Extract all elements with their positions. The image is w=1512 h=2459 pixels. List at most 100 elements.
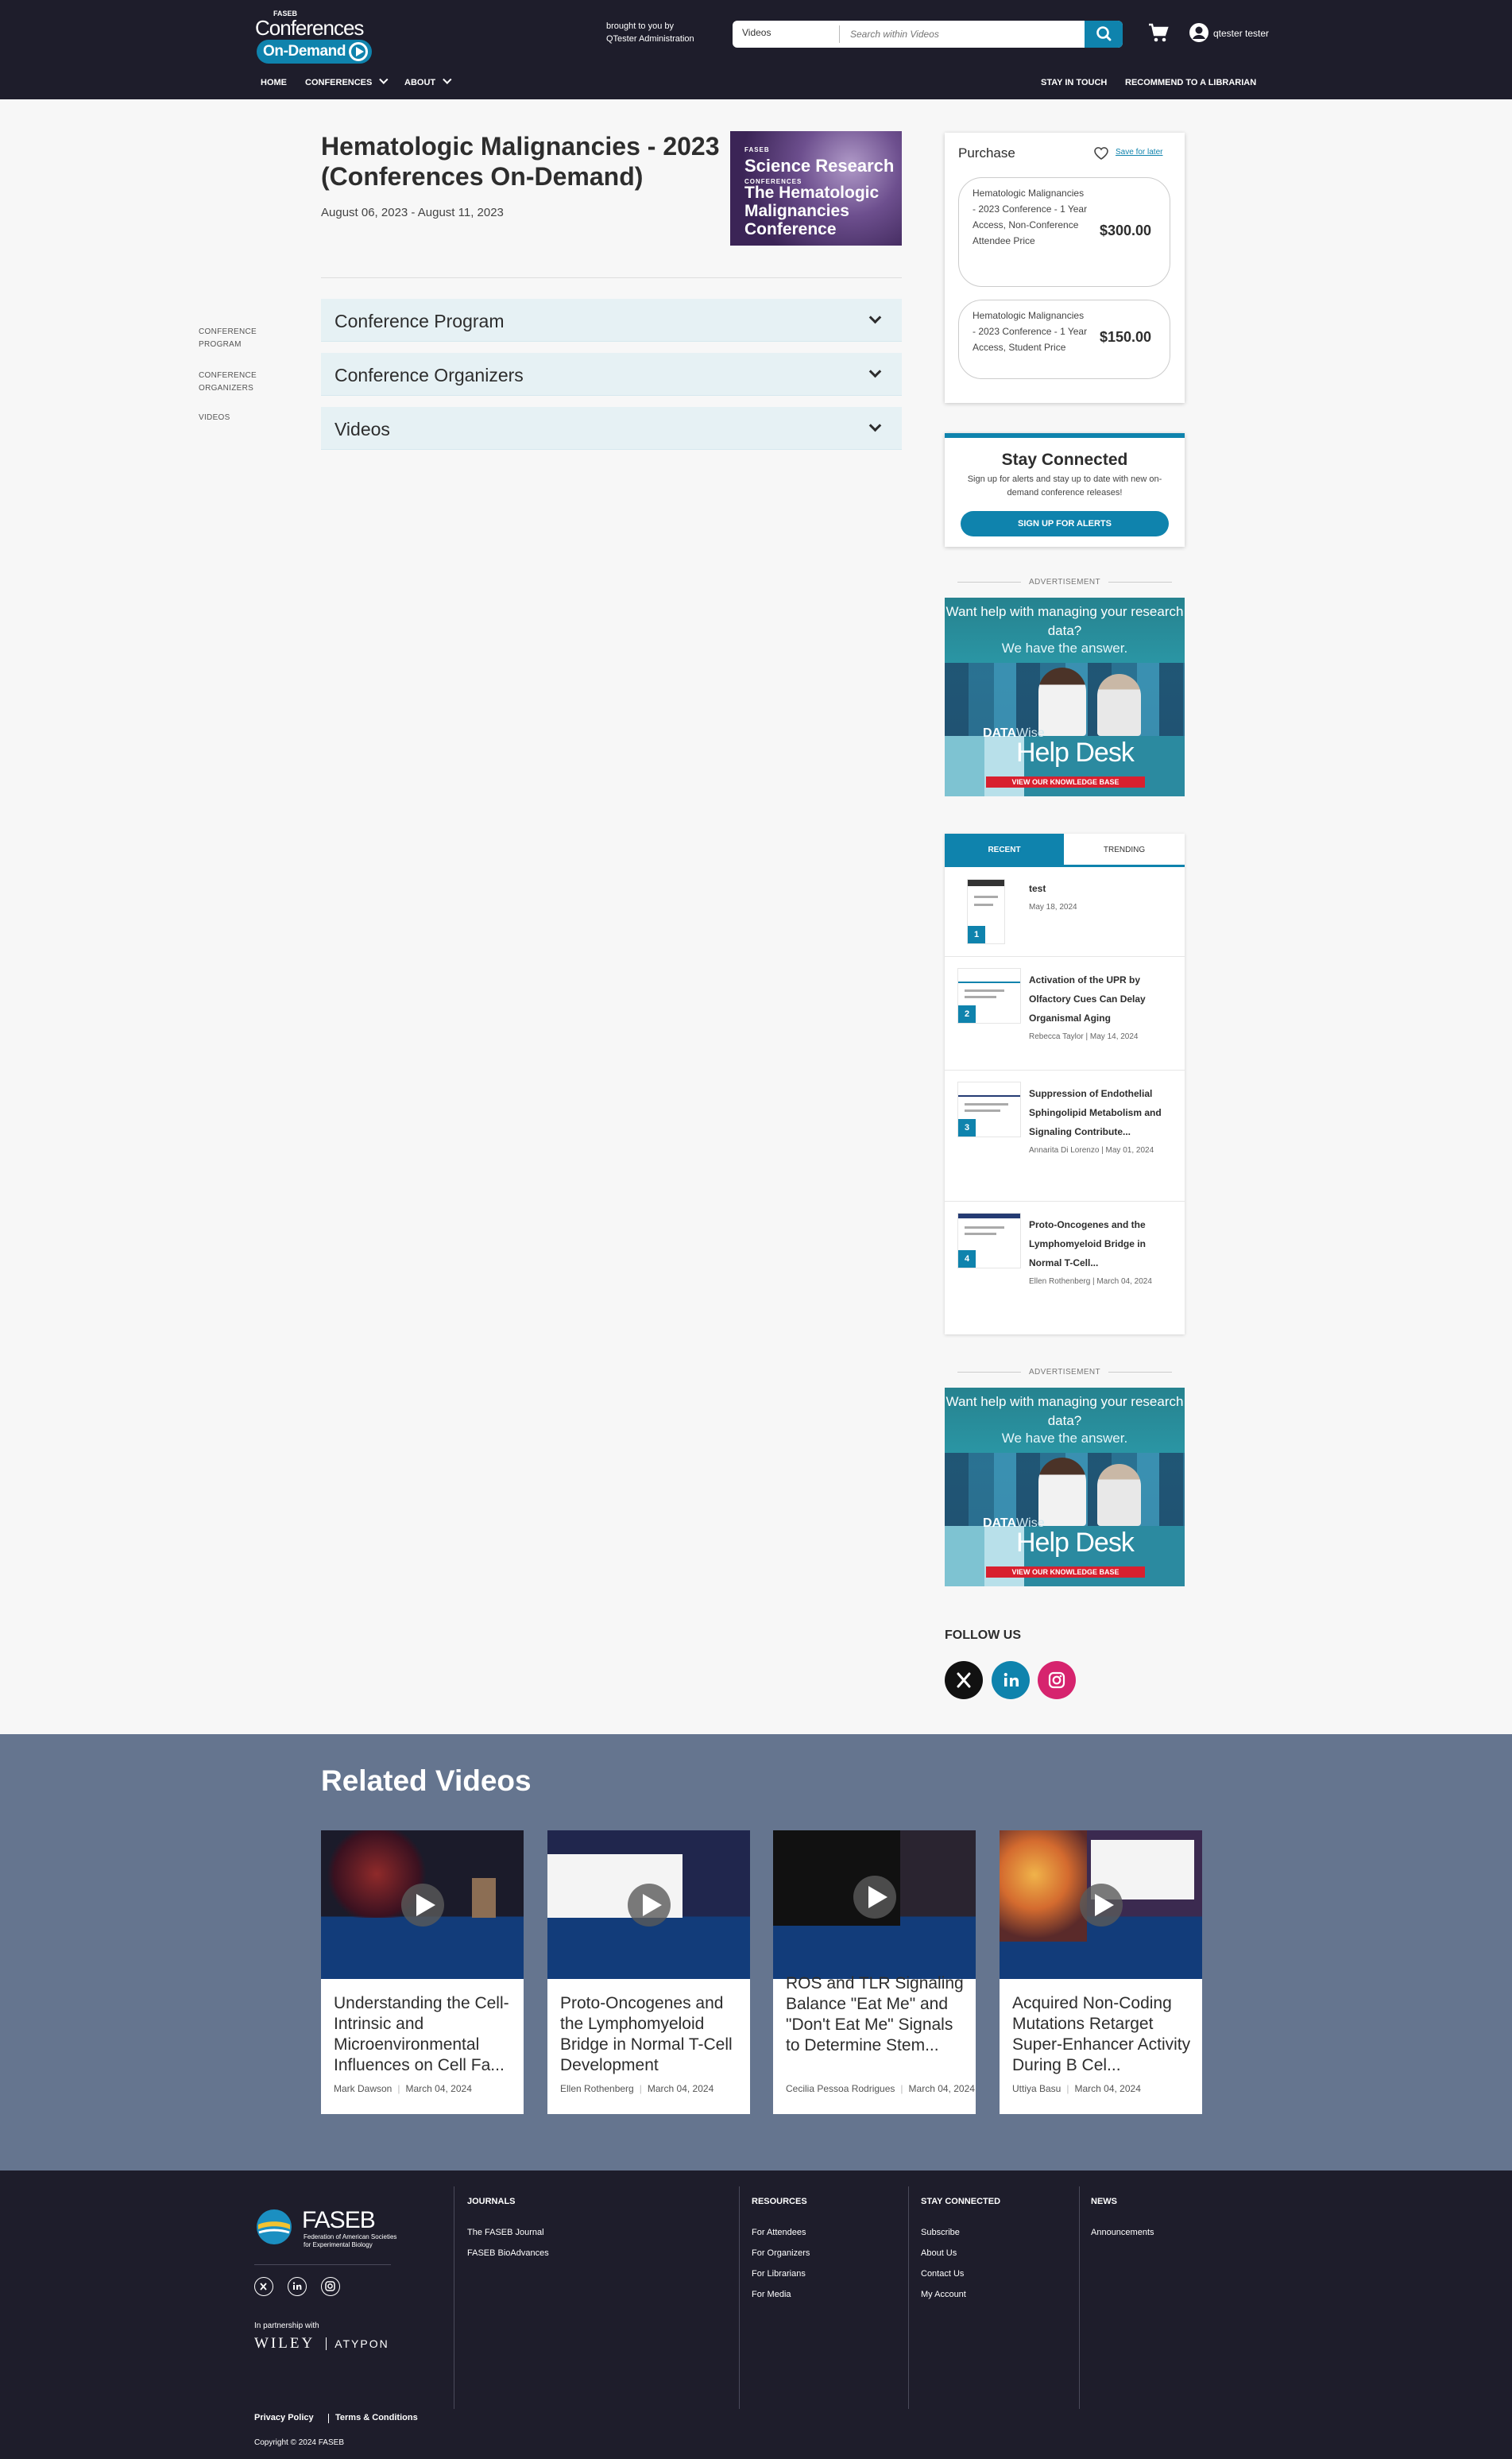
video-title[interactable]: Understanding the Cell-Intrinsic and Mic… [334,1993,515,2076]
user-name[interactable]: qtester tester [1213,28,1269,39]
left-nav-videos[interactable]: VIDEOS [199,412,230,424]
footer-link[interactable]: Subscribe [921,2228,960,2237]
accordion-conference-organizers[interactable]: Conference Organizers [321,353,902,396]
heart-icon[interactable] [1092,145,1110,161]
related-video-card[interactable]: Proto-Oncogenes and the Lymphomyeloid Br… [547,1830,750,2114]
video-meta: Uttiya Basu | March 04, 2024 [1012,2083,1141,2094]
advertisement-label: ADVERTISEMENT [945,1368,1185,1377]
nav-about[interactable]: ABOUT [404,75,452,87]
item-title[interactable]: Activation of the UPR by Olfactory Cues … [1029,970,1172,1028]
terms-link[interactable]: Terms & Conditions [335,2413,418,2422]
item-thumbnail: 4 [957,1213,1021,1268]
tab-recent[interactable]: RECENT [945,834,1064,867]
ad-brand-a: DATA [983,726,1017,740]
conference-dates: August 06, 2023 - August 11, 2023 [321,206,504,219]
purchase-option-price: $300.00 [1100,223,1152,238]
footer-link[interactable]: For Librarians [752,2269,806,2279]
video-thumbnail [321,1830,524,1979]
related-videos-title: Related Videos [321,1764,532,1797]
search-button[interactable] [1085,21,1123,48]
video-author: Uttiya Basu [1012,2083,1061,2094]
purchase-option[interactable]: Hematologic Malignancies - 2023 Conferen… [958,300,1170,379]
linkedin-icon [1003,1672,1019,1686]
ad-question: Want help with managing your research da… [945,1394,1184,1428]
footer-divider [254,2264,391,2265]
recent-trending-panel: RECENT TRENDING 1 test May 18, 2024 2 Ac… [945,834,1185,1334]
left-nav-conference-organizers[interactable]: CONFERENCE ORGANIZERS [199,370,278,395]
item-title[interactable]: test [1029,879,1172,898]
search-input[interactable] [850,24,1009,45]
left-nav-conference-program[interactable]: CONFERENCE PROGRAM [199,326,278,351]
partner-atypon: ATYPON [326,2337,389,2350]
related-video-card[interactable]: Understanding the Cell-Intrinsic and Mic… [321,1830,524,2114]
advertisement-banner[interactable]: Want help with managing your research da… [945,598,1185,796]
footer-link[interactable]: Announcements [1091,2228,1154,2237]
footer-link[interactable]: Contact Us [921,2269,964,2279]
search-scope-select[interactable]: Videos [742,27,771,38]
nav-conferences[interactable]: CONFERENCES [305,75,389,87]
thumb-graphic [472,1878,496,1918]
list-item[interactable]: 2 Activation of the UPR by Olfactory Cue… [945,957,1185,1071]
list-item[interactable]: 3 Suppression of Endothelial Sphingolipi… [945,1071,1185,1202]
nav-home[interactable]: HOME [261,78,287,87]
nav-recommend-librarian[interactable]: RECOMMEND TO A LIBRARIAN [1125,78,1256,87]
footer-link[interactable]: For Media [752,2290,791,2299]
faseb-globe-icon [257,2209,292,2244]
video-title[interactable]: ROS and TLR Signaling Balance "Eat Me" a… [786,1973,967,2056]
save-for-later-link[interactable]: Save for later [1116,148,1162,157]
accordion-label: Conference Organizers [334,365,524,385]
chevron-down-icon [868,419,882,432]
footer-instagram-button[interactable] [321,2277,340,2296]
accordion-videos[interactable]: Videos [321,407,902,450]
accordion-label: Conference Program [334,311,505,331]
footer-x-button[interactable] [254,2277,273,2296]
video-title[interactable]: Proto-Oncogenes and the Lymphomyeloid Br… [560,1993,741,2076]
footer-journals-title: JOURNALS [467,2197,516,2206]
x-social-button[interactable] [945,1661,983,1699]
purchase-panel: Purchase Save for later Hematologic Mali… [945,133,1185,403]
advertisement-banner[interactable]: Want help with managing your research da… [945,1388,1185,1586]
footer-link[interactable]: FASEB BioAdvances [467,2248,549,2258]
user-icon[interactable] [1189,22,1209,43]
footer-link[interactable]: For Attendees [752,2228,806,2237]
footer-link[interactable]: For Organizers [752,2248,810,2258]
stay-connected-panel: Stay Connected Sign up for alerts and st… [945,433,1185,547]
item-thumbnail: 3 [957,1082,1021,1137]
thumb-line [965,996,996,998]
footer-linkedin-button[interactable] [288,2277,307,2296]
video-date: March 04, 2024 [1074,2083,1141,2094]
tab-trending[interactable]: TRENDING [1064,834,1185,867]
faseb-logo[interactable]: FASEB Federation of American Societies f… [254,2207,396,2255]
sign-up-alerts-button[interactable]: SIGN UP FOR ALERTS [961,511,1169,536]
footer-link[interactable]: About Us [921,2248,957,2258]
nav-conferences-label: CONFERENCES [305,78,373,87]
conferences-on-demand-logo[interactable]: FASEB Conferences On-Demand [254,10,373,64]
accordion-conference-program[interactable]: Conference Program [321,299,902,342]
thumb-graphic [1000,1830,1087,1942]
site-footer [0,2171,1512,2459]
cover-title: The Hematologic Malignancies Conference [744,184,880,238]
related-video-card[interactable]: Acquired Non-Coding Mutations Retarget S… [1000,1830,1202,2114]
related-video-card[interactable]: ROS and TLR Signaling Balance "Eat Me" a… [773,1830,976,2114]
purchase-option[interactable]: Hematologic Malignancies - 2023 Conferen… [958,177,1170,287]
thumb-line [965,989,1004,992]
video-thumbnail [773,1830,976,1979]
ad-person-image [1038,1458,1086,1526]
footer-link[interactable]: My Account [921,2290,966,2299]
nav-stay-in-touch[interactable]: STAY IN TOUCH [1041,78,1107,87]
cart-icon[interactable] [1147,21,1170,45]
instagram-social-button[interactable] [1038,1661,1076,1699]
privacy-policy-link[interactable]: Privacy Policy [254,2413,314,2422]
footer-link-separator [328,2414,329,2423]
thumb-bar [958,969,1020,983]
list-item[interactable]: 4 Proto-Oncogenes and the Lymphomyeloid … [945,1202,1185,1333]
item-title[interactable]: Proto-Oncogenes and the Lymphomyeloid Br… [1029,1215,1172,1272]
thumb-line [965,1226,1004,1229]
footer-link[interactable]: The FASEB Journal [467,2228,544,2237]
linkedin-social-button[interactable] [992,1661,1030,1699]
video-title[interactable]: Acquired Non-Coding Mutations Retarget S… [1012,1993,1193,2076]
item-title[interactable]: Suppression of Endothelial Sphingolipid … [1029,1084,1172,1141]
list-item[interactable]: 1 test May 18, 2024 [945,868,1185,957]
video-meta: Ellen Rothenberg | March 04, 2024 [560,2083,714,2094]
purchase-option-description: Hematologic Malignancies - 2023 Conferen… [973,310,1088,353]
